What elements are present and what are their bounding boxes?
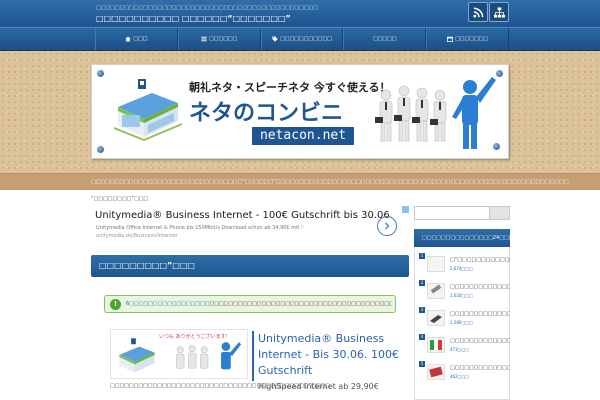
announcement-text: □□□□□□□□□□□□□□□□□□□□□□□□□□□□□□□□“□□□□□□”… xyxy=(91,179,569,185)
ranking-title[interactable]: □□□□□□□□□□□□□□□□□□□ xyxy=(450,365,510,371)
announcement-strip: □□□□□□□□□□□□□□□□□□□□□□□□□□□□□□□□“□□□□□□”… xyxy=(0,173,600,190)
banner-title: ネタのコンビニ xyxy=(189,101,344,126)
notice-text: 6□□□□□□□□□□□□□□□□□□□□□□□□□□□□□□□□□□□□□□□… xyxy=(126,301,392,307)
ranking-thumbnail[interactable] xyxy=(427,283,445,299)
tool-icon xyxy=(430,315,442,323)
site-tagline: □□□□□□□□□□□□□□□□□□□□□□□□□□□□□□□□□□□□□□□□… xyxy=(96,5,319,11)
ranking-count: 1,620□□□ xyxy=(450,293,473,298)
ranking-item[interactable]: 4 □□□□□□□□□□□□□□□□□□□ 473□□□ xyxy=(419,334,510,360)
search-box[interactable] xyxy=(414,206,510,220)
ranking-count: 1,580□□□ xyxy=(450,320,473,325)
people-illustration xyxy=(375,77,496,149)
notice-body: □□□□□□□□□□□□□□□□□□□□□□□□□□□□□□□□□□□□□□□□… xyxy=(209,301,393,307)
ranking-thumbnail[interactable] xyxy=(427,256,445,272)
rank-badge: 5 xyxy=(419,361,425,367)
ad-accent-bar xyxy=(252,331,254,381)
thumbnail-caption: いつも ありがとうございます! xyxy=(159,334,228,340)
post-title: □□□□□□□□□”□□□ xyxy=(99,261,195,270)
ranking-count: 473□□□ xyxy=(450,347,469,352)
ranking-title[interactable]: □□□□□□□□□□□□□□□□□□□ xyxy=(450,311,510,317)
pin-icon xyxy=(97,70,104,77)
ad-arrow-button[interactable] xyxy=(377,216,397,236)
store-illustration xyxy=(114,79,182,141)
ad-title[interactable]: Unitymedia® Business Internet - 100€ Gut… xyxy=(95,210,393,221)
sitemap-icon xyxy=(493,6,505,18)
ad2-title[interactable]: Unitymedia® Business Internet - Bis 30.0… xyxy=(258,331,408,379)
rss-button[interactable] xyxy=(468,2,488,22)
nav-item-home[interactable]: □□□ xyxy=(95,28,178,50)
banner-domain: netacon.net xyxy=(252,127,354,145)
rank-badge: 4 xyxy=(419,334,425,340)
rss-icon xyxy=(472,7,483,18)
nav-item-label: □□□□□ xyxy=(372,36,397,42)
notice-link[interactable]: 6□□□□□□□□□□□□□□□□□ xyxy=(126,301,210,307)
nav-item-list[interactable]: □□□□□□ xyxy=(177,28,261,50)
ranking-heading: □□□□□□□□□□□□□□□24□□□ xyxy=(414,229,513,247)
nav-item-four[interactable]: □□□□□ xyxy=(343,28,427,50)
rank-badge: 3 xyxy=(419,307,425,313)
ad-url[interactable]: unitymedia.de/Business/Internet xyxy=(96,233,177,239)
breadcrumb[interactable]: “□□□□□□□□”□□□ xyxy=(91,196,148,202)
notice-box: ! 6□□□□□□□□□□□□□□□□□□□□□□□□□□□□□□□□□□□□□… xyxy=(104,295,396,313)
ranking-item[interactable]: 1 □“□□□□□□□□□□□□□□□□□□ 2,674□□□ xyxy=(419,253,510,279)
nav-item-label: □□□□□□□□□□□ xyxy=(280,36,332,42)
flag-icon xyxy=(430,340,442,350)
post-excerpt: □□□□□□□□□□□□□□□□□□□□□□□□□□□□□□□□□□□□□□□□… xyxy=(110,383,330,389)
rank-badge: 1 xyxy=(419,253,425,259)
pin-icon xyxy=(97,146,104,153)
ranking-count: 2,674□□□ xyxy=(450,266,473,271)
ranking-title[interactable]: □“□□□□□□□□□□□□□□□□□□ xyxy=(450,257,510,263)
search-button[interactable] xyxy=(489,207,509,219)
ad-choices-icon[interactable] xyxy=(402,206,409,213)
site-banner[interactable]: 朝礼ネタ・スピーチネタ 今すぐ使える！ ネタのコンビニ netacon.net xyxy=(91,64,509,159)
ranking-item[interactable]: 5 □□□□□□□□□□□□□□□□□□□ 462□□□ xyxy=(419,361,510,387)
ranking-thumbnail[interactable] xyxy=(427,337,445,353)
nav-item-label: □□□□□□□ xyxy=(455,36,489,42)
ad-description: Unitymedia Office Internet & Phone bis 1… xyxy=(96,225,304,231)
tool-icon xyxy=(430,284,442,294)
ranking-thumbnail[interactable] xyxy=(427,364,445,380)
post-thumbnail[interactable]: いつも ありがとうございます! xyxy=(110,329,248,379)
nav-item-tags[interactable]: □□□□□□□□□□□ xyxy=(260,28,344,50)
calendar-icon xyxy=(447,36,454,42)
ranking-thumbnail[interactable] xyxy=(427,310,445,326)
banner-tagline: 朝礼ネタ・スピーチネタ 今すぐ使える！ xyxy=(189,81,391,94)
sitemap-button[interactable] xyxy=(489,2,509,22)
card-icon xyxy=(429,366,443,378)
top-header: □□□□□□□□□□□□□□□□□□□□□□□□□□□□□□□□□□□□□□□□… xyxy=(0,0,600,27)
ad-banner-top[interactable]: Unitymedia® Business Internet - 100€ Gut… xyxy=(91,206,409,244)
nav-item-label: □□□ xyxy=(133,36,148,42)
tag-icon xyxy=(272,36,278,42)
home-icon xyxy=(125,36,131,42)
ranking-count: 462□□□ xyxy=(450,374,469,379)
people-illustration xyxy=(176,342,242,370)
store-illustration xyxy=(119,338,155,373)
ranking-list: 1 □“□□□□□□□□□□□□□□□□□□ 2,674□□□ 2 □□□□□□… xyxy=(414,247,510,400)
nav-item-label: □□□□□□ xyxy=(209,36,238,42)
ranking-item[interactable]: 2 □□□□□□□□□□□□□□□□□□□ 1,620□□□ xyxy=(419,280,510,306)
main-nav: □□□ □□□□□□ □□□□□□□□□□□ □□□□□ □□□□□□□ xyxy=(0,27,600,51)
post-header: □□□□□□□□□”□□□ xyxy=(91,255,409,277)
site-title[interactable]: □□□□□□□□□□□ □□□□□□“□□□□□□□” xyxy=(96,14,291,23)
ranking-item[interactable]: 3 □□□□□□□□□□□□□□□□□□□ 1,580□□□ xyxy=(419,307,510,333)
list-icon xyxy=(201,36,207,42)
ranking-title[interactable]: □□□□□□□□□□□□□□□□□□□ xyxy=(450,284,510,290)
nav-item-calendar[interactable]: □□□□□□□ xyxy=(426,28,509,50)
rank-badge: 2 xyxy=(419,280,425,286)
chevron-right-icon xyxy=(385,222,390,230)
info-icon: ! xyxy=(110,299,121,310)
ranking-title[interactable]: □□□□□□□□□□□□□□□□□□□ xyxy=(450,338,510,344)
